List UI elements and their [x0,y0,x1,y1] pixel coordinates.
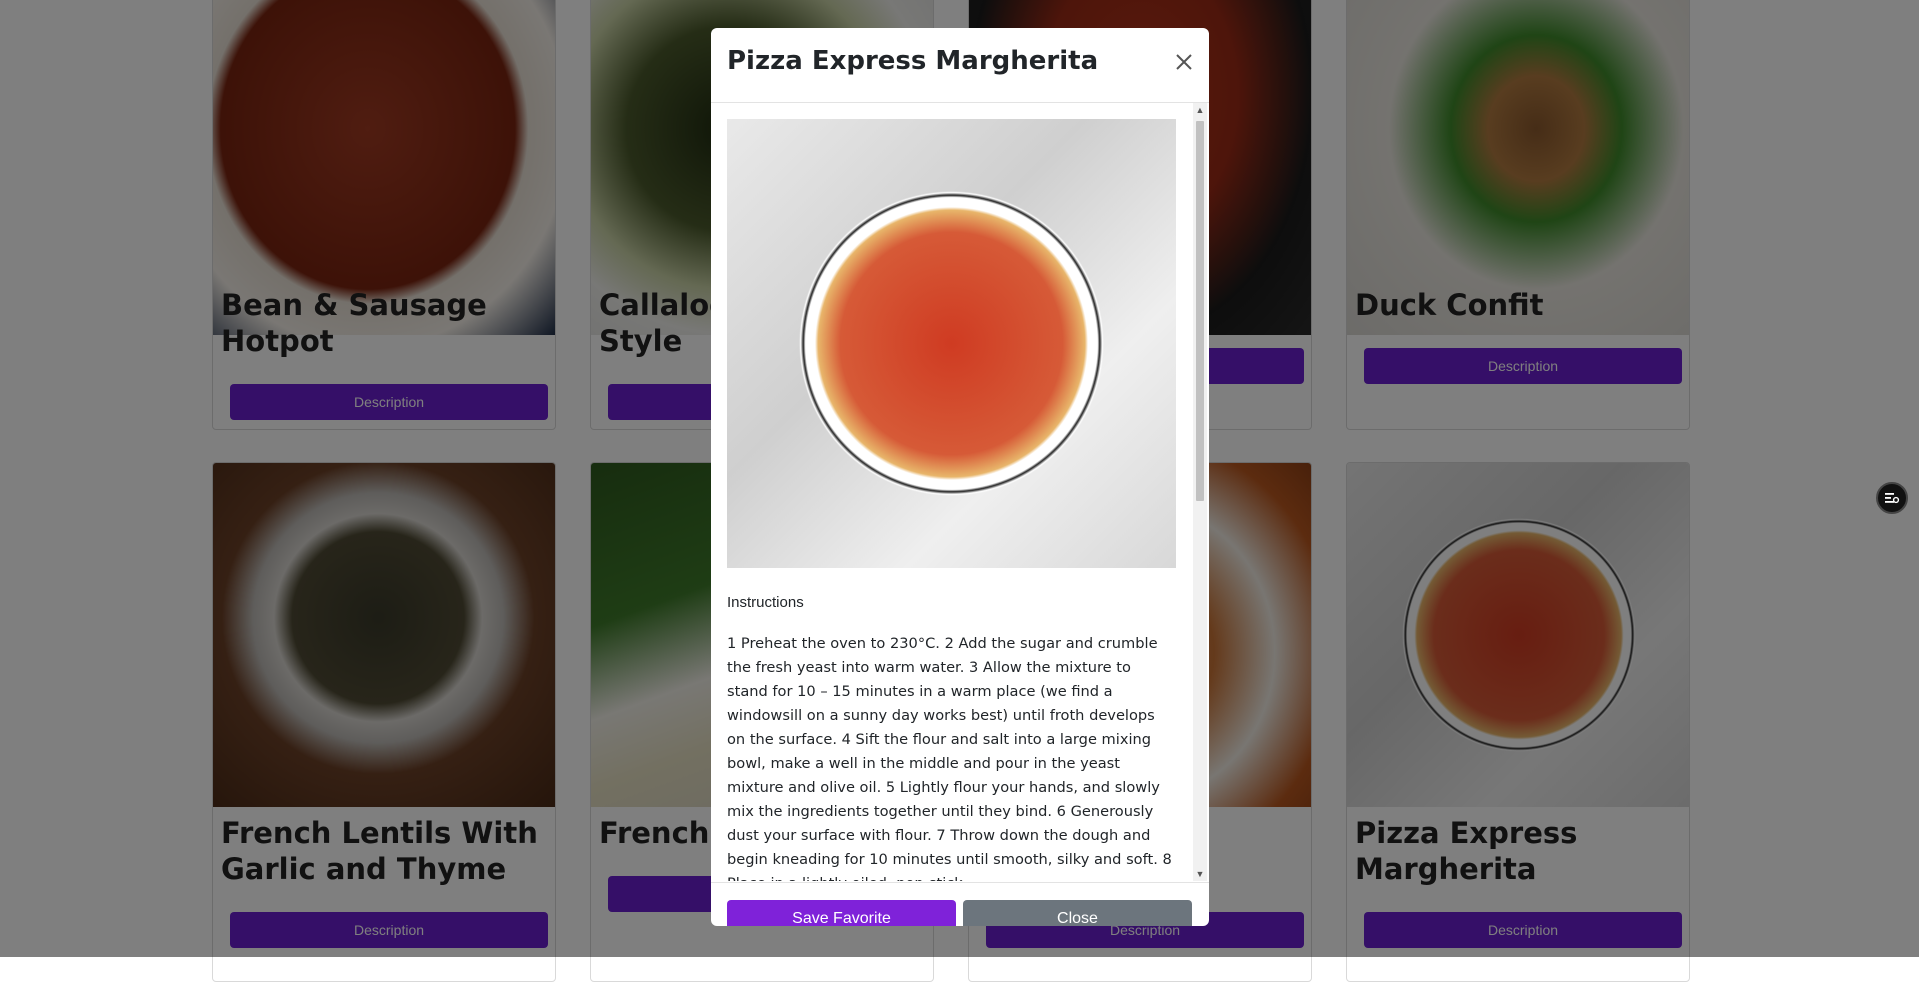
save-favorite-button[interactable]: Save Favorite [727,900,956,926]
recipe-photo [727,119,1176,568]
modal-close-button[interactable] [1169,48,1199,78]
scroll-up-arrow-icon[interactable]: ▲ [1193,103,1207,117]
modal-title: Pizza Express Margherita [727,46,1099,76]
recipe-modal: Pizza Express Margherita Instructions 1 … [711,28,1209,926]
modal-body[interactable]: Instructions 1 Preheat the oven to 230°C… [711,103,1209,881]
instructions-text: 1 Preheat the oven to 230°C. 2 Add the s… [727,635,1172,881]
modal-content: Instructions 1 Preheat the oven to 230°C… [727,119,1176,881]
close-icon [1176,54,1192,70]
modal-header: Pizza Express Margherita [711,28,1209,103]
modal-scrollbar[interactable]: ▲ ▼ [1193,103,1207,881]
instructions-label: Instructions [727,594,804,611]
floating-menu-button[interactable] [1876,482,1908,514]
modal-footer: Save Favorite Close [711,882,1209,926]
close-button[interactable]: Close [963,900,1192,926]
scrollbar-thumb[interactable] [1196,121,1204,501]
scroll-down-arrow-icon[interactable]: ▼ [1193,867,1207,881]
list-settings-icon [1885,493,1900,504]
